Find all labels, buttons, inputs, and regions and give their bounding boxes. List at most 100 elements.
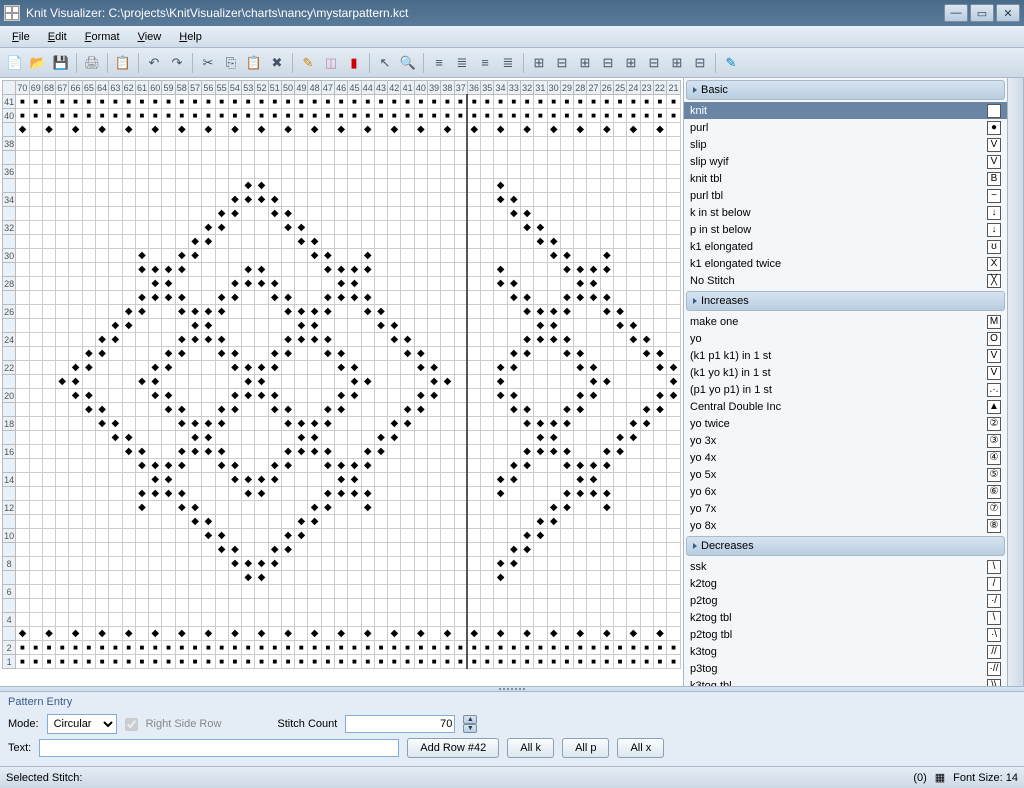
stitch-(p1-yo-p1)-in-1-st[interactable]: (p1 yo p1) in 1 st.·. xyxy=(684,381,1007,398)
allx-button[interactable]: All x xyxy=(617,738,664,758)
allp-button[interactable]: All p xyxy=(562,738,609,758)
stitch-knit[interactable]: knit xyxy=(684,102,1007,119)
pattern-entry-panel: Pattern Entry Mode: Circular Right Side … xyxy=(0,692,1024,766)
new-icon[interactable]: 📄 xyxy=(4,52,26,74)
stitch-k-in-st-below[interactable]: k in st below↓ xyxy=(684,204,1007,221)
stitch-k3tog-tbl[interactable]: k3tog tbl\\ xyxy=(684,677,1007,686)
stitch-p2tog[interactable]: p2tog·/ xyxy=(684,592,1007,609)
text-label: Text: xyxy=(8,742,31,754)
menu-help[interactable]: Help xyxy=(171,28,210,46)
stitch-yo-8x[interactable]: yo 8x⑧ xyxy=(684,517,1007,534)
stitch-k3tog[interactable]: k3tog// xyxy=(684,643,1007,660)
stitch-slip[interactable]: slipV xyxy=(684,136,1007,153)
align-c-icon[interactable]: ≣ xyxy=(451,52,473,74)
props-icon[interactable]: 📋 xyxy=(112,52,134,74)
stitch-k2tog-tbl[interactable]: k2tog tbl\ xyxy=(684,609,1007,626)
stitch-ssk[interactable]: ssk\ xyxy=(684,558,1007,575)
stitchcount-input[interactable] xyxy=(345,715,455,733)
redo-icon[interactable]: ↷ xyxy=(166,52,188,74)
stitch-(k1-yo-k1)-in-1-st[interactable]: (k1 yo k1) in 1 stV xyxy=(684,364,1007,381)
arrow-icon[interactable]: ↖ xyxy=(374,52,396,74)
window-title: Knit Visualizer: C:\projects\KnitVisuali… xyxy=(26,6,944,20)
maximize-button[interactable]: ▭ xyxy=(970,4,994,22)
stitch-knit-tbl[interactable]: knit tblB xyxy=(684,170,1007,187)
undo-icon[interactable]: ↶ xyxy=(143,52,165,74)
delete-icon[interactable]: ✖ xyxy=(266,52,288,74)
stitch-p-in-st-below[interactable]: p in st below↓ xyxy=(684,221,1007,238)
category-basic[interactable]: Basic xyxy=(686,80,1005,100)
menu-edit[interactable]: Edit xyxy=(40,28,75,46)
stitch-p3tog[interactable]: p3tog·// xyxy=(684,660,1007,677)
stitchcount-up[interactable]: ▲ xyxy=(463,715,477,724)
stitchcount-label: Stitch Count xyxy=(277,718,337,730)
rightside-label: Right Side Row xyxy=(146,718,222,730)
stitch-make-one[interactable]: make oneM xyxy=(684,313,1007,330)
stitch-yo-6x[interactable]: yo 6x⑥ xyxy=(684,483,1007,500)
stitch-slip-wyif[interactable]: slip wyifV xyxy=(684,153,1007,170)
copy-icon[interactable]: ⎘ xyxy=(220,52,242,74)
grid4-icon[interactable]: ⊟ xyxy=(597,52,619,74)
open-icon[interactable]: 📂 xyxy=(27,52,49,74)
app-icon xyxy=(4,5,20,21)
pencil-icon[interactable]: ✎ xyxy=(297,52,319,74)
addrow-button[interactable]: Add Row #42 xyxy=(407,738,499,758)
expand-icon xyxy=(693,298,697,304)
stitch-k1-elongated[interactable]: k1 elongatedʊ xyxy=(684,238,1007,255)
scrollbar[interactable] xyxy=(1007,78,1023,686)
grid1-icon[interactable]: ⊞ xyxy=(528,52,550,74)
chart-pane[interactable]: 7069686766656463626160595857565554535251… xyxy=(0,78,684,686)
titlebar: Knit Visualizer: C:\projects\KnitVisuali… xyxy=(0,0,1024,26)
chart-grid[interactable]: 7069686766656463626160595857565554535251… xyxy=(2,80,681,669)
stitch-(k1-p1-k1)-in-1-st[interactable]: (k1 p1 k1) in 1 stV xyxy=(684,347,1007,364)
paste-icon[interactable]: 📋 xyxy=(243,52,265,74)
grid8-icon[interactable]: ⊟ xyxy=(689,52,711,74)
stitchcount-down[interactable]: ▼ xyxy=(463,724,477,733)
category-decreases[interactable]: Decreases xyxy=(686,536,1005,556)
stitch-k2tog[interactable]: k2tog/ xyxy=(684,575,1007,592)
fontsize-label: Font Size: 14 xyxy=(953,772,1018,784)
grid5-icon[interactable]: ⊞ xyxy=(620,52,642,74)
grid2-icon[interactable]: ⊟ xyxy=(551,52,573,74)
align-j-icon[interactable]: ≣ xyxy=(497,52,519,74)
stitch-yo[interactable]: yoO xyxy=(684,330,1007,347)
stitch-p2tog-tbl[interactable]: p2tog tbl·\ xyxy=(684,626,1007,643)
print-icon[interactable]: 🖨 xyxy=(81,52,103,74)
stitch-palette[interactable]: Basicknit purl●slipVslip wyifVknit tblBp… xyxy=(684,78,1024,686)
stitch-No-Stitch[interactable]: No Stitch╳ xyxy=(684,272,1007,289)
grid-icon: ▦ xyxy=(935,771,945,784)
allk-button[interactable]: All k xyxy=(507,738,554,758)
text-input[interactable] xyxy=(39,739,399,757)
rightside-checkbox xyxy=(125,718,138,731)
stitch-yo-7x[interactable]: yo 7x⑦ xyxy=(684,500,1007,517)
eraser-icon[interactable]: ◫ xyxy=(320,52,342,74)
stitch-k1-elongated-twice[interactable]: k1 elongated twiceX xyxy=(684,255,1007,272)
stitch-purl-tbl[interactable]: purl tbl~ xyxy=(684,187,1007,204)
grid3-icon[interactable]: ⊞ xyxy=(574,52,596,74)
category-increases[interactable]: Increases xyxy=(686,291,1005,311)
grid6-icon[interactable]: ⊟ xyxy=(643,52,665,74)
save-icon[interactable]: 💾 xyxy=(50,52,72,74)
cut-icon[interactable]: ✂ xyxy=(197,52,219,74)
stitch-yo-twice[interactable]: yo twice② xyxy=(684,415,1007,432)
menu-file[interactable]: File xyxy=(4,28,38,46)
toolbar: 📄📂💾🖨📋↶↷✂⎘📋✖✎◫▮↖🔍≡≣≡≣⊞⊟⊞⊟⊞⊟⊞⊟✎ xyxy=(0,48,1024,78)
expand-icon xyxy=(693,543,697,549)
menu-format[interactable]: Format xyxy=(77,28,128,46)
stitch-purl[interactable]: purl● xyxy=(684,119,1007,136)
mode-select[interactable]: Circular xyxy=(47,714,117,734)
highlight-icon[interactable]: ✎ xyxy=(720,52,742,74)
stitch-yo-4x[interactable]: yo 4x④ xyxy=(684,449,1007,466)
grid7-icon[interactable]: ⊞ xyxy=(666,52,688,74)
zoom-icon[interactable]: 🔍 xyxy=(397,52,419,74)
stitch-yo-5x[interactable]: yo 5x⑤ xyxy=(684,466,1007,483)
selected-stitch-label: Selected Stitch: xyxy=(6,772,82,784)
align-l-icon[interactable]: ≡ xyxy=(428,52,450,74)
stitch-yo-3x[interactable]: yo 3x③ xyxy=(684,432,1007,449)
minimize-button[interactable]: — xyxy=(944,4,968,22)
close-button[interactable]: ✕ xyxy=(996,4,1020,22)
menu-view[interactable]: View xyxy=(130,28,170,46)
fill-icon[interactable]: ▮ xyxy=(343,52,365,74)
align-r-icon[interactable]: ≡ xyxy=(474,52,496,74)
stitch-Central-Double-Inc[interactable]: Central Double Inc▲ xyxy=(684,398,1007,415)
coord-display: (0) xyxy=(913,772,926,784)
